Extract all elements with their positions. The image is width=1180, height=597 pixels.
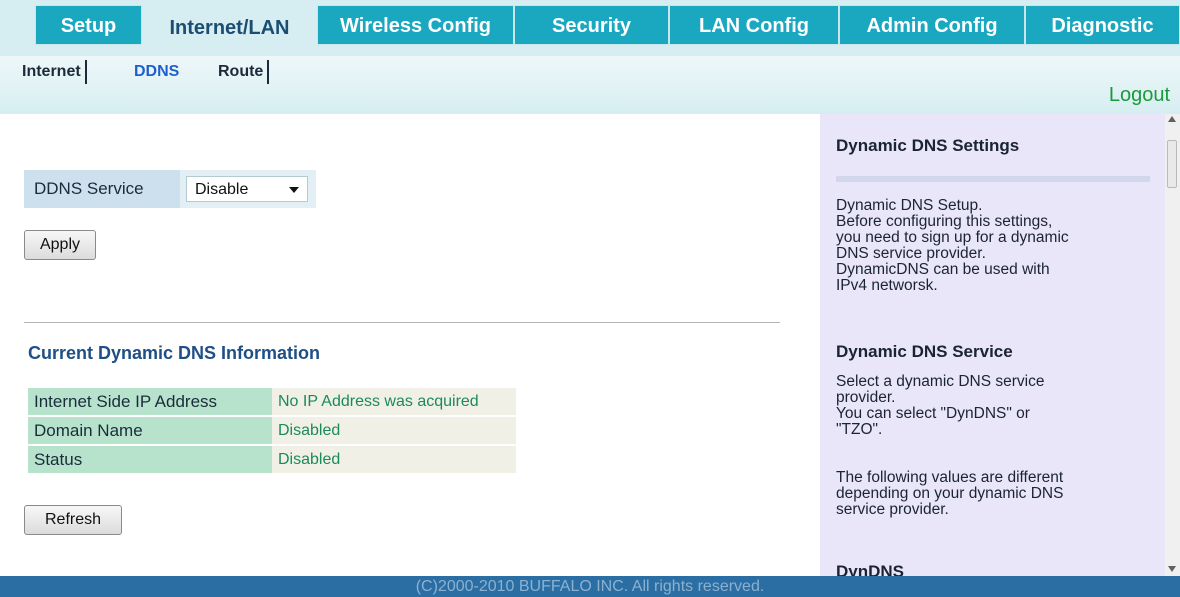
top-navigation: Setup Internet/LAN Wireless Config Secur… bbox=[0, 0, 1180, 114]
row-value: Disabled bbox=[272, 446, 516, 473]
tab-setup[interactable]: Setup bbox=[35, 5, 142, 45]
current-info-table: Internet Side IP Address No IP Address w… bbox=[28, 386, 516, 475]
ddns-service-row: DDNS Service Disable bbox=[24, 170, 316, 208]
tab-internet-lan[interactable]: Internet/LAN bbox=[142, 0, 317, 56]
help-line: DNS service provider. bbox=[836, 245, 986, 262]
chevron-down-icon bbox=[289, 187, 299, 193]
ddns-service-select[interactable]: Disable bbox=[186, 176, 308, 202]
help-text-service: Select a dynamic DNS service provider. Y… bbox=[820, 374, 1060, 438]
row-label: Status bbox=[28, 446, 272, 473]
scroll-down-icon[interactable] bbox=[1168, 566, 1176, 572]
ddns-service-label: DDNS Service bbox=[24, 170, 180, 208]
help-line: depending on your dynamic DNS bbox=[836, 485, 1064, 502]
tab-diagnostic[interactable]: Diagnostic bbox=[1025, 5, 1180, 45]
help-line: provider. bbox=[836, 389, 896, 406]
row-label: Domain Name bbox=[28, 417, 272, 444]
scroll-thumb[interactable] bbox=[1167, 140, 1177, 188]
tab-wireless-config[interactable]: Wireless Config bbox=[317, 5, 514, 45]
table-row: Status Disabled bbox=[28, 446, 516, 473]
help-text-values: The following values are different depen… bbox=[820, 470, 1079, 518]
ddns-service-value: Disable bbox=[195, 181, 249, 198]
help-title-service: Dynamic DNS Service bbox=[836, 342, 1013, 361]
help-title-dyndns: DynDNS bbox=[836, 562, 905, 576]
scroll-up-icon[interactable] bbox=[1168, 116, 1176, 122]
row-value: Disabled bbox=[272, 417, 516, 444]
main-tabs: Setup Internet/LAN Wireless Config Secur… bbox=[0, 0, 1180, 56]
help-title-settings: Dynamic DNS Settings bbox=[836, 136, 1020, 155]
refresh-button[interactable]: Refresh bbox=[24, 505, 122, 535]
help-line: Select a dynamic DNS service bbox=[836, 373, 1045, 390]
help-text-setup: Dynamic DNS Setup. Before configuring th… bbox=[820, 198, 1085, 294]
tab-security[interactable]: Security bbox=[514, 5, 669, 45]
help-panel: Dynamic DNS Settings Dynamic DNS Setup. … bbox=[820, 114, 1165, 576]
row-value: No IP Address was acquired bbox=[272, 388, 516, 415]
current-info-title: Current Dynamic DNS Information bbox=[28, 343, 321, 363]
help-line: service provider. bbox=[836, 501, 949, 518]
row-label: Internet Side IP Address bbox=[28, 388, 272, 415]
help-line: DynamicDNS can be used with bbox=[836, 261, 1050, 278]
help-line: Before configuring this settings, bbox=[836, 213, 1053, 230]
subtab-internet[interactable]: Internet bbox=[18, 60, 87, 84]
main-content: DDNS Service Disable Apply Current Dynam… bbox=[0, 114, 820, 576]
help-line: IPv4 networsk. bbox=[836, 277, 938, 294]
subtab-ddns[interactable]: DDNS bbox=[130, 60, 183, 84]
help-scrollbar[interactable] bbox=[1165, 114, 1180, 576]
logout-link[interactable]: Logout bbox=[1109, 84, 1170, 107]
help-separator bbox=[836, 176, 1150, 182]
help-line: You can select "DynDNS" or bbox=[836, 405, 1030, 422]
help-line: Dynamic DNS Setup. bbox=[836, 197, 983, 214]
table-row: Domain Name Disabled bbox=[28, 417, 516, 444]
table-row: Internet Side IP Address No IP Address w… bbox=[28, 388, 516, 415]
help-line: "TZO". bbox=[836, 421, 883, 438]
section-divider bbox=[24, 322, 780, 323]
ddns-select-cell: Disable bbox=[180, 170, 316, 208]
subtab-route[interactable]: Route bbox=[214, 60, 270, 84]
tab-admin-config[interactable]: Admin Config bbox=[839, 5, 1025, 45]
apply-button[interactable]: Apply bbox=[24, 230, 96, 260]
footer-copyright: (C)2000-2010 BUFFALO INC. All rights res… bbox=[0, 576, 1180, 597]
help-line: The following values are different bbox=[836, 469, 1064, 486]
help-line: you need to sign up for a dynamic bbox=[836, 229, 1069, 246]
tab-lan-config[interactable]: LAN Config bbox=[669, 5, 839, 45]
